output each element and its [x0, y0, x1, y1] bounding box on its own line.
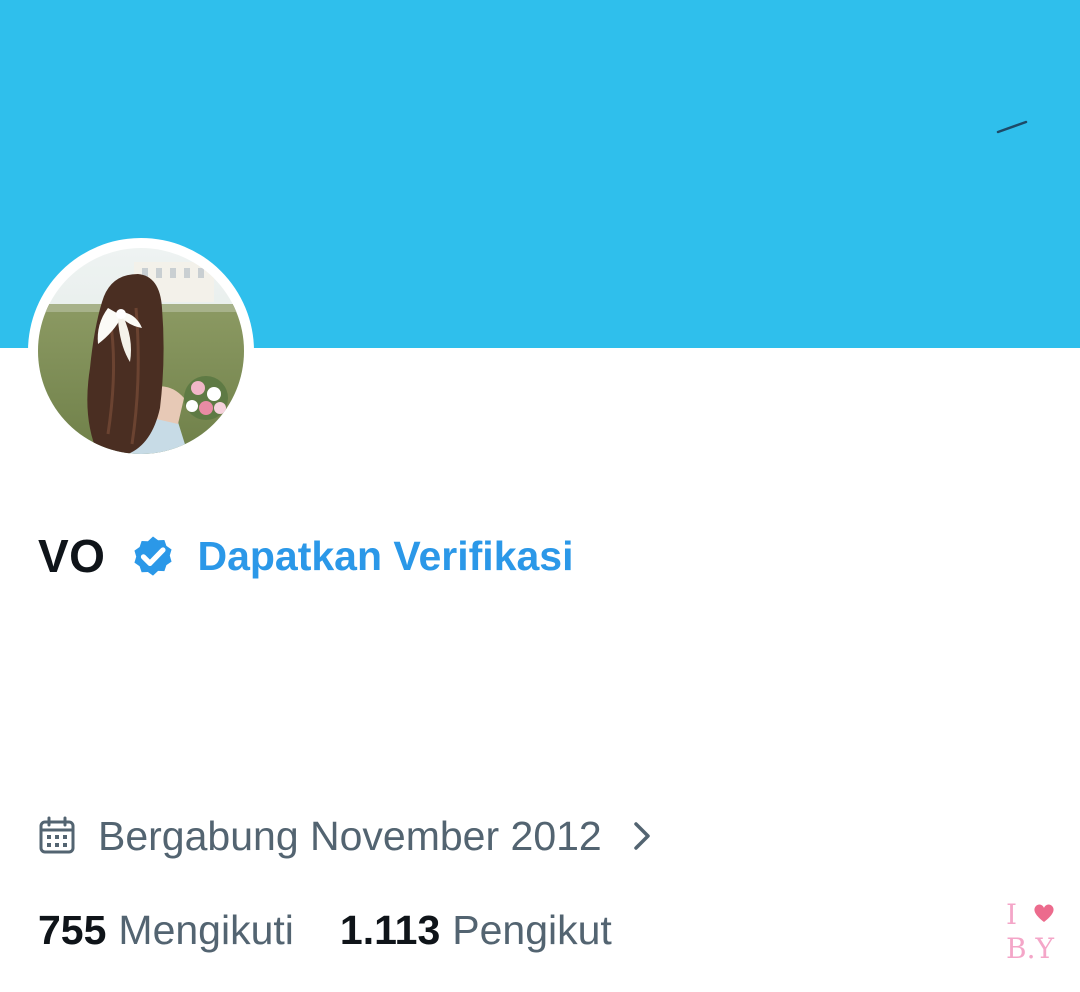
following-label: Mengikuti — [118, 906, 294, 953]
svg-text:I: I — [1006, 898, 1017, 931]
profile-page: VO Dapatkan Verifikasi Bergabung Novembe… — [0, 0, 1080, 992]
avatar-photo — [38, 248, 244, 454]
followers-stat[interactable]: 1.113 Pengikut — [340, 907, 612, 954]
following-stat[interactable]: 755 Mengikuti — [38, 907, 294, 954]
watermark-logo: I B.Y — [1006, 898, 1054, 964]
avatar[interactable] — [28, 238, 254, 464]
joined-date-text: Bergabung November 2012 — [98, 812, 602, 859]
joined-date-row: Bergabung November 2012 — [38, 806, 656, 866]
calendar-icon — [38, 816, 76, 856]
follow-stats-row: 755 Mengikuti 1.113 Pengikut — [38, 900, 612, 960]
followers-count: 1.113 — [339, 906, 441, 953]
followers-label: Pengikut — [452, 906, 612, 953]
svg-text:B.Y: B.Y — [1006, 932, 1054, 964]
banner-stroke-mark — [996, 120, 1028, 134]
chevron-right-icon[interactable] — [628, 816, 656, 856]
get-verified-link[interactable]: Dapatkan Verifikasi — [197, 533, 573, 580]
profile-display-name: VO — [38, 530, 106, 582]
verified-badge-icon[interactable] — [127, 530, 179, 582]
following-count: 755 — [38, 906, 107, 953]
profile-name-row: VO Dapatkan Verifikasi — [38, 524, 574, 588]
